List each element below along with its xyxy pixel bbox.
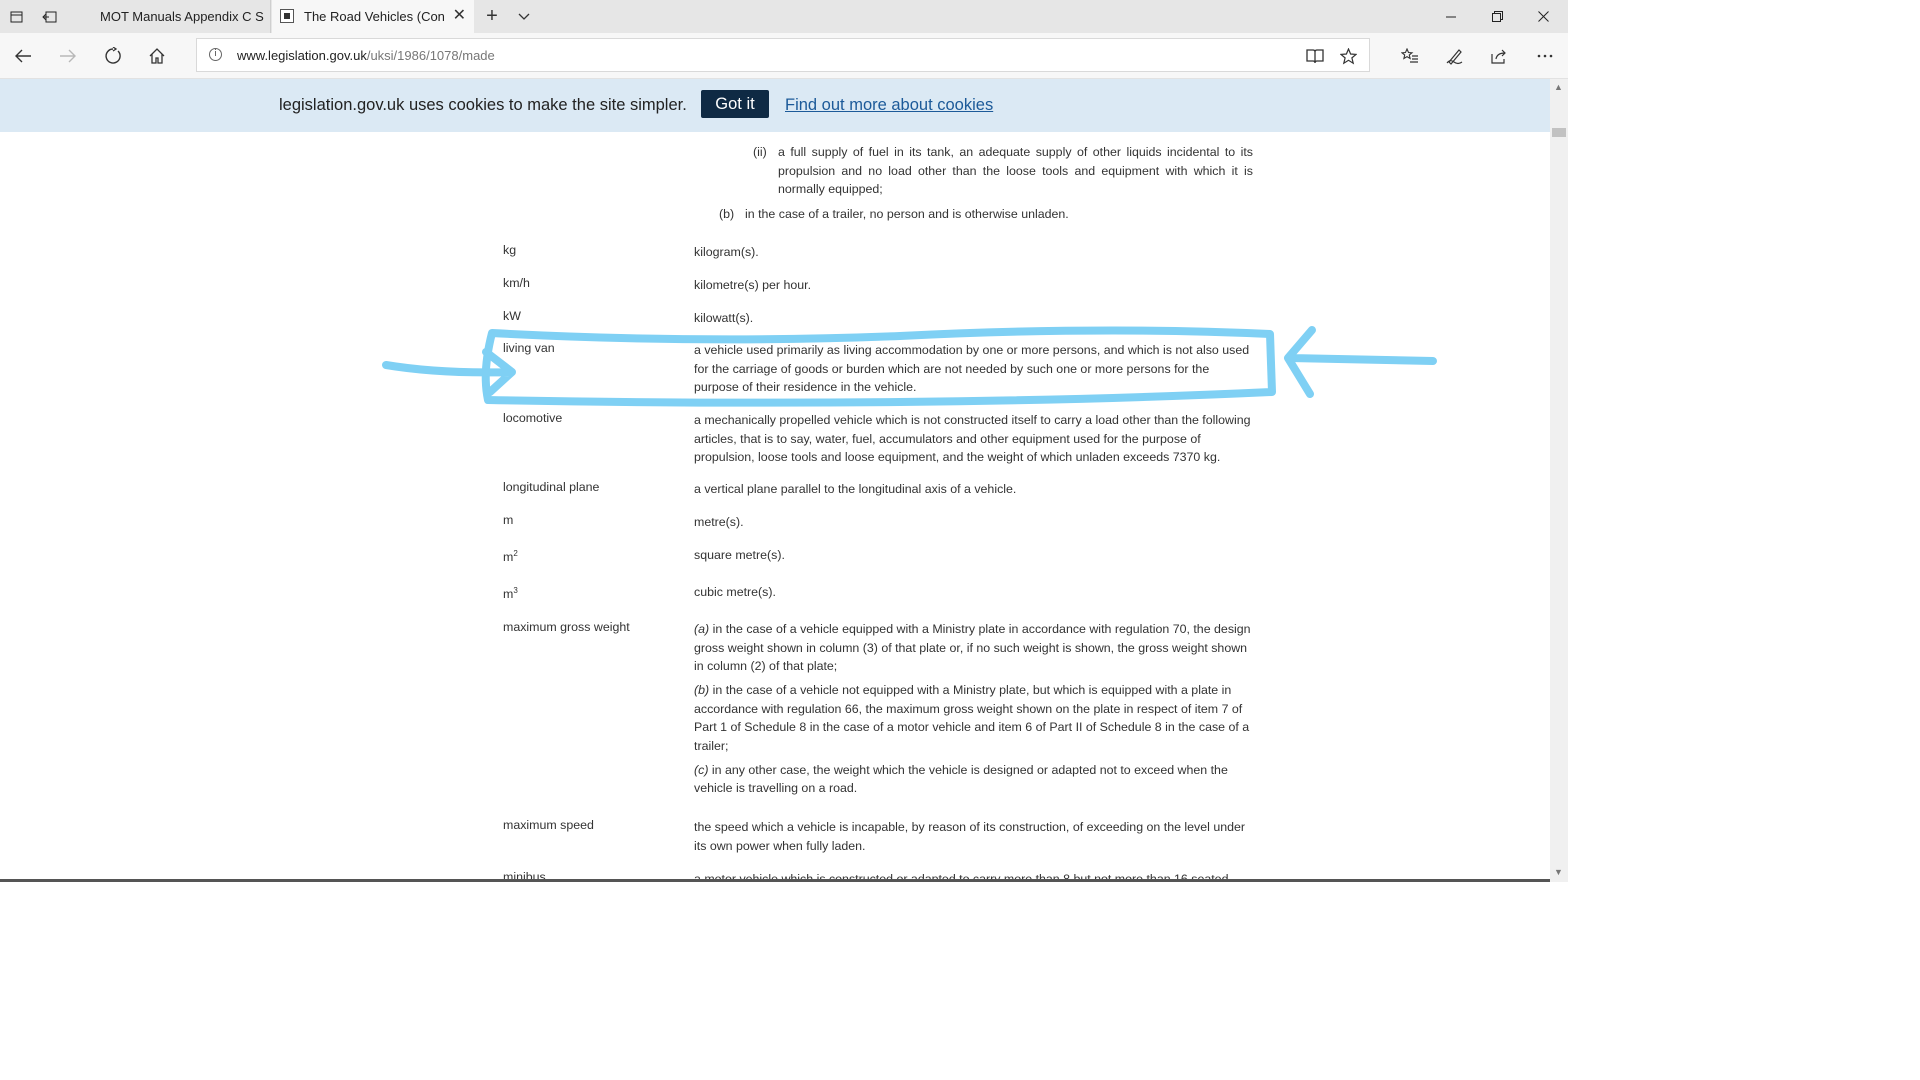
definition-term: maximum gross weight	[503, 620, 630, 634]
close-tab-icon[interactable]: ✕	[453, 8, 466, 24]
cookie-info-link[interactable]: Find out more about cookies	[785, 96, 993, 115]
got-it-button[interactable]: Got it	[701, 90, 769, 118]
sub-item-ii: (ii) a full supply of fuel in its tank, …	[0, 143, 1550, 203]
vertical-scrollbar[interactable]: ▲ ▼	[1550, 79, 1568, 882]
sub-item-number: (ii)	[753, 145, 767, 159]
legislation-content: (ii) a full supply of fuel in its tank, …	[0, 132, 1550, 879]
url-path: /uksi/1986/1078/made	[366, 48, 495, 63]
favorites-hub-icon[interactable]	[1393, 39, 1427, 73]
definition-text: a motor vehicle which is constructed or …	[694, 872, 1229, 879]
tab-road-vehicles[interactable]: The Road Vehicles (Con ✕	[272, 0, 474, 33]
definition-text: the speed which a vehicle is incapable, …	[694, 820, 1246, 853]
definition-term: minibus	[503, 870, 546, 879]
definition-term: kW	[503, 309, 521, 323]
home-icon[interactable]	[140, 39, 174, 73]
chevron-down-icon[interactable]	[510, 0, 538, 33]
term-base: m	[503, 550, 514, 564]
definition-text: cubic metre(s).	[694, 585, 776, 599]
navigation-bar: i www.legislation.gov.uk/uksi/1986/1078/…	[0, 33, 1568, 79]
definition-term: m3	[503, 585, 518, 601]
definition-term: locomotive	[503, 411, 563, 425]
definition-text: square metre(s).	[694, 548, 785, 562]
set-tabs-aside-icon[interactable]	[33, 0, 66, 33]
horizontal-scrollbar[interactable]	[0, 879, 1550, 882]
definition-text: kilogram(s).	[694, 245, 759, 259]
reading-view-icon[interactable]	[1303, 45, 1327, 67]
web-note-icon[interactable]	[1438, 39, 1472, 73]
back-icon[interactable]	[6, 39, 40, 73]
definition-term: km/h	[503, 276, 530, 290]
definition-text: a mechanically propelled vehicle which i…	[694, 413, 1251, 464]
definition-term: m	[503, 513, 514, 527]
definition-text: kilowatt(s).	[694, 311, 754, 325]
part-text: in the case of a vehicle not equipped wi…	[694, 683, 1250, 753]
cookie-message: legislation.gov.uk uses cookies to make …	[279, 96, 687, 114]
url-domain: www.legislation.gov.uk	[237, 48, 367, 63]
forward-icon[interactable]	[51, 39, 85, 73]
tab-title: The Road Vehicles (Con	[304, 9, 445, 24]
new-tab-icon[interactable]: +	[478, 0, 506, 33]
tab-preview-icon[interactable]	[0, 0, 33, 33]
definition-part: (a) in the case of a vehicle equipped wi…	[694, 620, 1254, 676]
definition-text: kilometre(s) per hour.	[694, 278, 812, 292]
crest-favicon-icon	[280, 9, 294, 23]
part-text: in the case of a vehicle equipped with a…	[694, 622, 1251, 673]
part-letter: (c)	[694, 762, 709, 777]
definition-term: kg	[503, 243, 517, 257]
scroll-up-icon[interactable]: ▲	[1554, 82, 1563, 92]
scrollbar-thumb[interactable]	[1552, 128, 1566, 137]
sub-item-text: in the case of a trailer, no person and …	[745, 207, 1069, 221]
part-letter: (b)	[694, 683, 710, 697]
sub-item-text: a full supply of fuel in its tank, an ad…	[778, 145, 1253, 196]
close-icon[interactable]	[1520, 0, 1566, 33]
definition-part: (b) in the case of a vehicle not equippe…	[694, 681, 1254, 755]
url-text[interactable]: www.legislation.gov.uk/uksi/1986/1078/ma…	[237, 48, 495, 63]
definition-text-living-van: a vehicle used primarily as living accom…	[694, 343, 1250, 394]
info-icon[interactable]: i	[209, 48, 222, 61]
favorite-star-icon[interactable]	[1336, 45, 1360, 67]
tab-title: MOT Manuals Appendix C S	[100, 9, 264, 24]
cookie-banner: legislation.gov.uk uses cookies to make …	[0, 79, 1550, 132]
definition-term: longitudinal plane	[503, 480, 600, 494]
definition-part: (c) in any other case, the weight which …	[694, 761, 1254, 798]
term-base: m	[503, 587, 514, 601]
definition-text: metre(s).	[694, 515, 744, 529]
tab-mot-manuals[interactable]: MOT Manuals Appendix C S	[66, 0, 271, 33]
definition-text: a vertical plane parallel to the longitu…	[694, 482, 1017, 496]
scroll-down-icon[interactable]: ▼	[1554, 867, 1563, 877]
restore-icon[interactable]	[1474, 0, 1520, 33]
minimize-icon[interactable]	[1428, 0, 1474, 33]
address-bar[interactable]: i www.legislation.gov.uk/uksi/1986/1078/…	[196, 38, 1370, 72]
part-text: in any other case, the weight which the …	[694, 762, 1228, 796]
term-superscript: 3	[513, 585, 518, 595]
sub-item-number: (b)	[719, 207, 735, 221]
definition-term: maximum speed	[503, 818, 594, 832]
term-superscript: 2	[513, 548, 518, 558]
more-icon[interactable]	[1528, 39, 1562, 73]
refresh-icon[interactable]	[96, 39, 130, 73]
part-letter: (a)	[694, 622, 710, 636]
definition-term-living-van: living van	[503, 341, 555, 355]
definition-term: m2	[503, 548, 518, 564]
tab-strip: MOT Manuals Appendix C S The Road Vehicl…	[0, 0, 1568, 33]
share-icon[interactable]	[1482, 39, 1516, 73]
definition-text: (a) in the case of a vehicle equipped wi…	[694, 620, 1254, 803]
sub-item-b: (b) in the case of a trailer, no person …	[0, 205, 1550, 225]
